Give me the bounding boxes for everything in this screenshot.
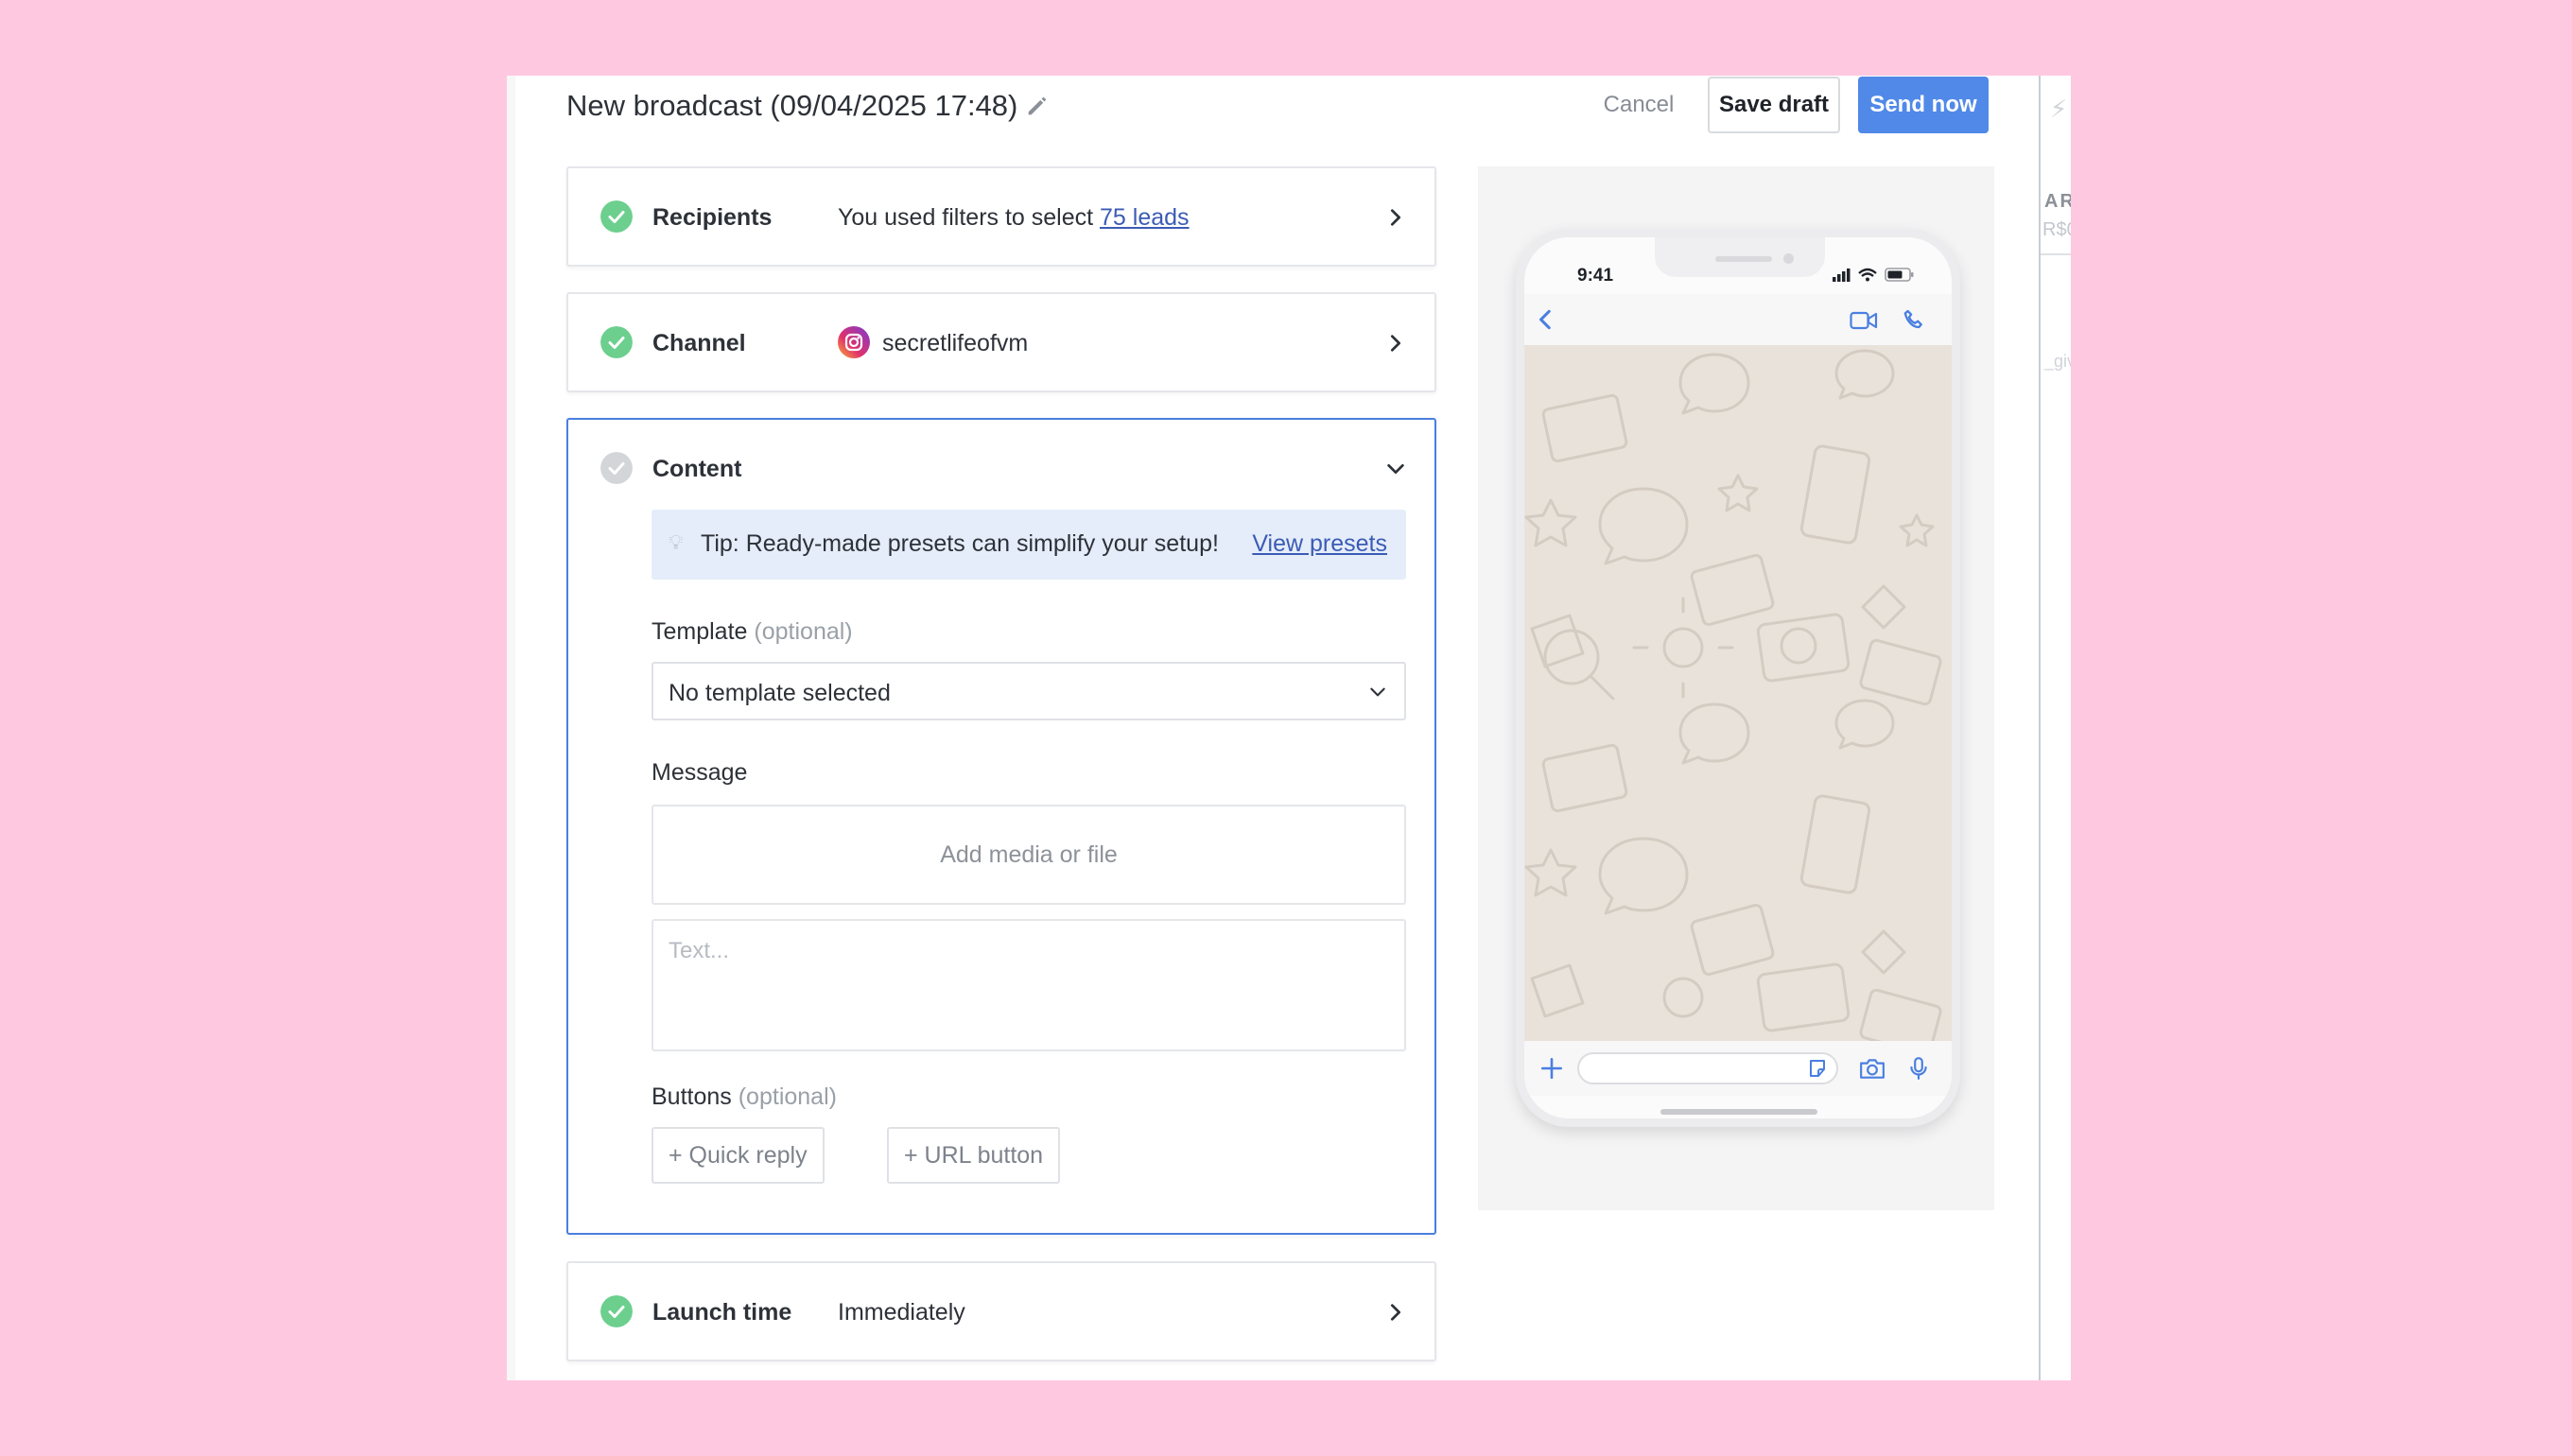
template-optional: (optional)	[754, 618, 853, 645]
background-text: R$0	[2042, 219, 2071, 240]
step-content: Content 💡︎ Tip: Ready-made presets can s…	[566, 418, 1436, 1235]
phone-time: 9:41	[1577, 266, 1614, 286]
phone-call-icon[interactable]	[1901, 307, 1927, 334]
template-label: Template (optional)	[652, 618, 853, 646]
check-circle-icon	[600, 326, 633, 358]
message-preview-panel: 9:41	[1478, 166, 1994, 1210]
template-label-text: Template	[652, 618, 748, 645]
template-select[interactable]: No template selected	[652, 662, 1406, 720]
back-arrow-icon[interactable]	[1534, 307, 1558, 332]
chevron-right-icon	[1390, 1304, 1401, 1321]
add-media-button[interactable]: Add media or file	[652, 805, 1406, 905]
background-text: _giv	[2044, 352, 2071, 371]
send-now-button[interactable]: Send now	[1858, 77, 1989, 133]
instagram-icon	[838, 326, 870, 358]
sticker-icon[interactable]	[1806, 1057, 1829, 1080]
chat-text-input[interactable]	[1577, 1052, 1838, 1084]
view-presets-link[interactable]: View presets	[1252, 530, 1387, 558]
chevron-right-icon	[1390, 335, 1401, 352]
page-title: New broadcast (09/04/2025 17:48)	[566, 89, 1018, 122]
phone-speaker	[1715, 256, 1772, 262]
buttons-label: Buttons (optional)	[652, 1083, 837, 1111]
save-draft-button[interactable]: Save draft	[1708, 77, 1840, 133]
chat-input-bar	[1524, 1041, 1952, 1096]
check-circle-icon	[600, 452, 633, 484]
phone-notch	[1655, 237, 1825, 277]
leads-link[interactable]: 75 leads	[1100, 204, 1190, 231]
broadcast-modal: New broadcast (09/04/2025 17:48) Cancel …	[515, 76, 2038, 1380]
text-placeholder: Text...	[669, 938, 730, 963]
phone-mockup: 9:41	[1516, 229, 1960, 1127]
step-recipients[interactable]: Recipients You used filters to select 75…	[566, 166, 1436, 267]
step-label: Channel	[652, 330, 746, 356]
background-right-strip: ⚡︎ AR R$0 _giv	[2039, 76, 2071, 1380]
template-selected-value: No template selected	[669, 680, 891, 706]
step-label[interactable]: Content	[652, 456, 741, 483]
cancel-button[interactable]: Cancel	[1594, 77, 1683, 133]
buttons-optional: (optional)	[738, 1083, 837, 1110]
step-channel[interactable]: Channel secretlifeofvm	[566, 292, 1436, 392]
home-indicator	[1660, 1109, 1817, 1115]
plus-icon[interactable]	[1539, 1056, 1564, 1081]
lightbulb-icon: 💡︎	[669, 530, 684, 554]
message-label: Message	[652, 759, 748, 786]
step-value: You used filters to select 75 leads	[838, 204, 1190, 232]
url-button[interactable]: + URL button	[887, 1127, 1061, 1184]
camera-icon[interactable]	[1859, 1057, 1886, 1080]
phone-camera	[1783, 253, 1794, 264]
chat-wallpaper	[1524, 345, 1952, 1041]
tip-banner: 💡︎ Tip: Ready-made presets can simplify …	[652, 510, 1406, 580]
status-bar-icons	[1833, 268, 1914, 282]
step-label: Launch time	[652, 1299, 792, 1326]
quick-reply-button[interactable]: + Quick reply	[652, 1127, 825, 1184]
background-text: AR	[2044, 191, 2071, 212]
recipients-summary: You used filters to select	[838, 204, 1101, 231]
chat-header	[1524, 294, 1952, 345]
check-circle-icon	[600, 200, 633, 233]
microphone-icon[interactable]	[1906, 1055, 1931, 1082]
check-circle-icon	[600, 1295, 633, 1327]
chevron-down-icon[interactable]	[1385, 459, 1406, 479]
step-launch-time[interactable]: Launch time Immediately	[566, 1261, 1436, 1361]
background-divider	[2041, 253, 2071, 255]
launch-time-value: Immediately	[838, 1299, 965, 1326]
chevron-down-icon	[1370, 687, 1385, 697]
bolt-icon: ⚡︎	[2050, 95, 2068, 123]
pencil-icon[interactable]	[1024, 93, 1051, 119]
chevron-right-icon	[1390, 209, 1401, 226]
tip-text: Tip: Ready-made presets can simplify you…	[701, 530, 1219, 557]
buttons-label-text: Buttons	[652, 1083, 732, 1110]
step-label: Recipients	[652, 204, 773, 231]
video-call-icon[interactable]	[1849, 311, 1879, 330]
wallpaper-pattern	[1524, 349, 1942, 1041]
channel-name: secretlifeofvm	[882, 330, 1029, 356]
message-text-input[interactable]: Text...	[652, 919, 1406, 1051]
